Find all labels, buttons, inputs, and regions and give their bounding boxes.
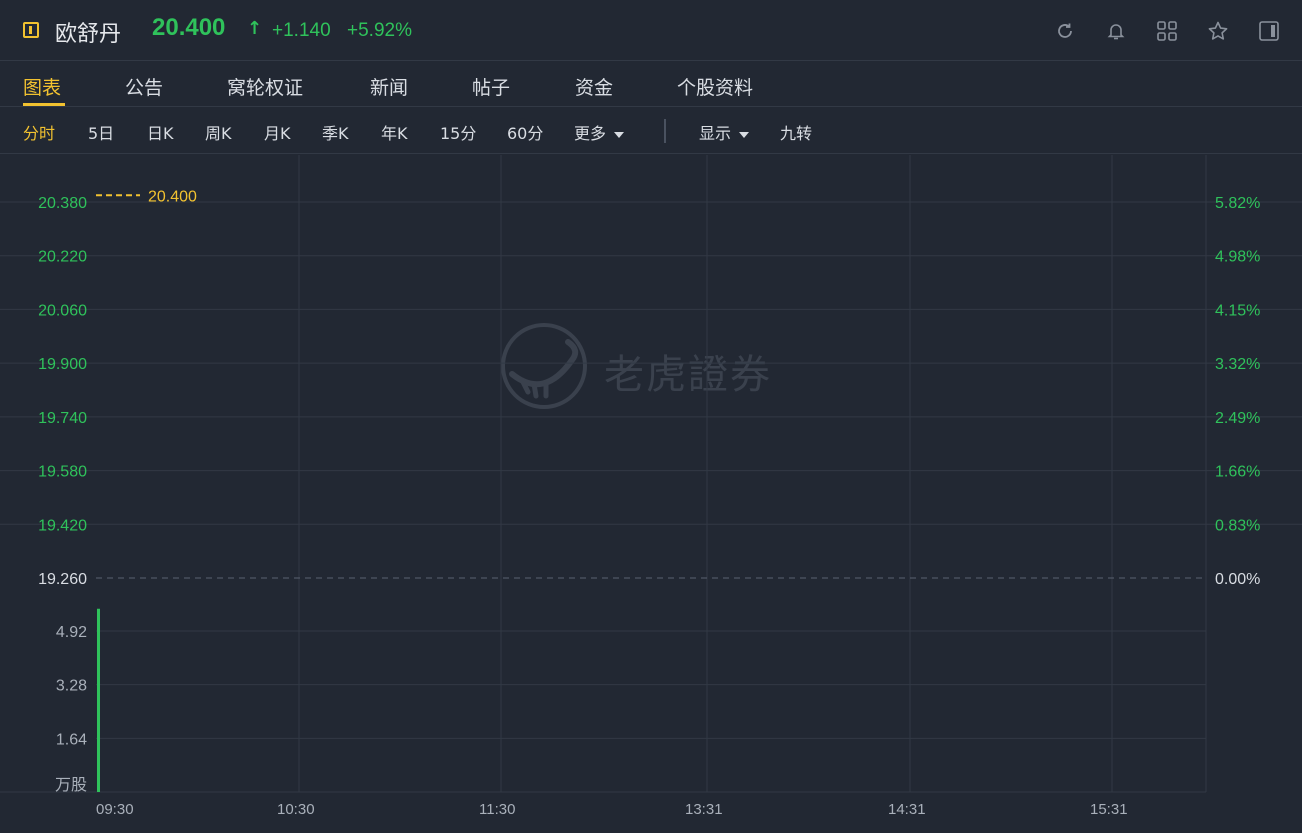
chevron-down-icon — [739, 131, 750, 138]
bell-icon[interactable] — [1105, 20, 1127, 42]
tab-capital[interactable]: 资金 — [575, 73, 613, 100]
volume-tick-label: 1.64 — [56, 731, 87, 748]
percent-tick-label: 4.15% — [1215, 302, 1260, 319]
tab-news[interactable]: 新闻 — [370, 73, 408, 100]
quote-header: 欧舒丹 20.400 ↑ +1.140 +5.92% — [0, 0, 1302, 61]
x-tick-label: 13:31 — [685, 801, 723, 818]
percent-tick-label: 0.83% — [1215, 517, 1260, 534]
tab-warrants[interactable]: 窝轮权证 — [227, 73, 303, 100]
price-change-percent: +5.92% — [347, 20, 412, 41]
star-icon[interactable] — [1207, 20, 1229, 42]
period-weekly-k[interactable]: 周K — [205, 120, 232, 144]
main-tabs: 图表 公告 窝轮权证 新闻 帖子 资金 个股资料 — [0, 61, 1302, 107]
x-tick-label: 10:30 — [277, 801, 315, 818]
grid-icon[interactable] — [1156, 20, 1178, 42]
price-up-arrow-icon: ↑ — [247, 18, 263, 39]
price-tick-label: 19.260 — [38, 571, 87, 588]
tab-posts[interactable]: 帖子 — [472, 73, 510, 100]
period-monthly-k[interactable]: 月K — [264, 120, 291, 144]
period-intraday[interactable]: 分时 — [23, 120, 55, 144]
volume-tick-label: 4.92 — [56, 624, 87, 641]
tab-chart[interactable]: 图表 — [23, 73, 61, 100]
period-quarterly-k[interactable]: 季K — [322, 120, 349, 144]
volume-unit-label: 万股 — [55, 775, 87, 794]
x-tick-label: 11:30 — [479, 801, 515, 818]
more-label: 更多 — [574, 124, 607, 143]
x-tick-label: 14:31 — [888, 801, 926, 818]
x-tick-label: 09:30 — [96, 801, 134, 818]
nine-turn-button[interactable]: 九转 — [780, 120, 812, 144]
period-yearly-k[interactable]: 年K — [381, 120, 408, 144]
percent-tick-label: 5.82% — [1215, 195, 1260, 212]
active-tab-indicator — [23, 103, 65, 106]
price-tick-label: 19.580 — [38, 464, 87, 481]
intraday-chart[interactable]: 09:30 10:30 11:30 13:31 14:31 15:31 20.380 5.82… — [0, 155, 1302, 833]
chevron-down-icon — [614, 131, 625, 138]
price-tick-label: 20.380 — [38, 195, 87, 212]
price-tick-label: 19.420 — [38, 517, 87, 534]
percent-tick-label: 3.32% — [1215, 356, 1260, 373]
refresh-icon[interactable] — [1054, 20, 1076, 42]
price-tick-label: 19.900 — [38, 356, 87, 373]
percent-tick-label: 2.49% — [1215, 410, 1260, 427]
more-dropdown[interactable]: 更多 — [574, 120, 625, 144]
period-5day[interactable]: 5日 — [88, 120, 114, 144]
display-label: 显示 — [699, 124, 732, 143]
price-tick-label: 20.060 — [38, 302, 87, 319]
tab-announcements[interactable]: 公告 — [125, 73, 163, 100]
period-15min[interactable]: 15分 — [440, 120, 476, 144]
percent-tick-label: 1.66% — [1215, 464, 1260, 481]
x-tick-label: 15:31 — [1090, 801, 1128, 818]
volume-bar — [97, 608, 100, 792]
panel-icon[interactable] — [1258, 20, 1280, 42]
period-60min[interactable]: 60分 — [507, 120, 543, 144]
current-price-label: 20.400 — [148, 188, 197, 205]
percent-tick-label: 4.98% — [1215, 249, 1260, 266]
period-bar: 分时 5日 日K 周K 月K 季K 年K 15分 60分 更多 显示 九转 — [0, 107, 1302, 154]
price-change: +1.140 — [272, 20, 331, 41]
volume-tick-label: 3.28 — [56, 678, 87, 695]
last-price: 20.400 — [152, 14, 226, 41]
percent-tick-label: 0.00% — [1215, 571, 1260, 588]
price-tick-label: 20.220 — [38, 249, 87, 266]
display-dropdown[interactable]: 显示 — [699, 120, 750, 144]
tab-company-profile[interactable]: 个股资料 — [677, 73, 753, 100]
period-daily-k[interactable]: 日K — [147, 120, 174, 144]
price-tick-label: 19.740 — [38, 410, 87, 427]
toolbar-divider — [664, 119, 666, 143]
market-badge-icon — [23, 22, 39, 38]
stock-name: 欧舒丹 — [55, 22, 122, 47]
